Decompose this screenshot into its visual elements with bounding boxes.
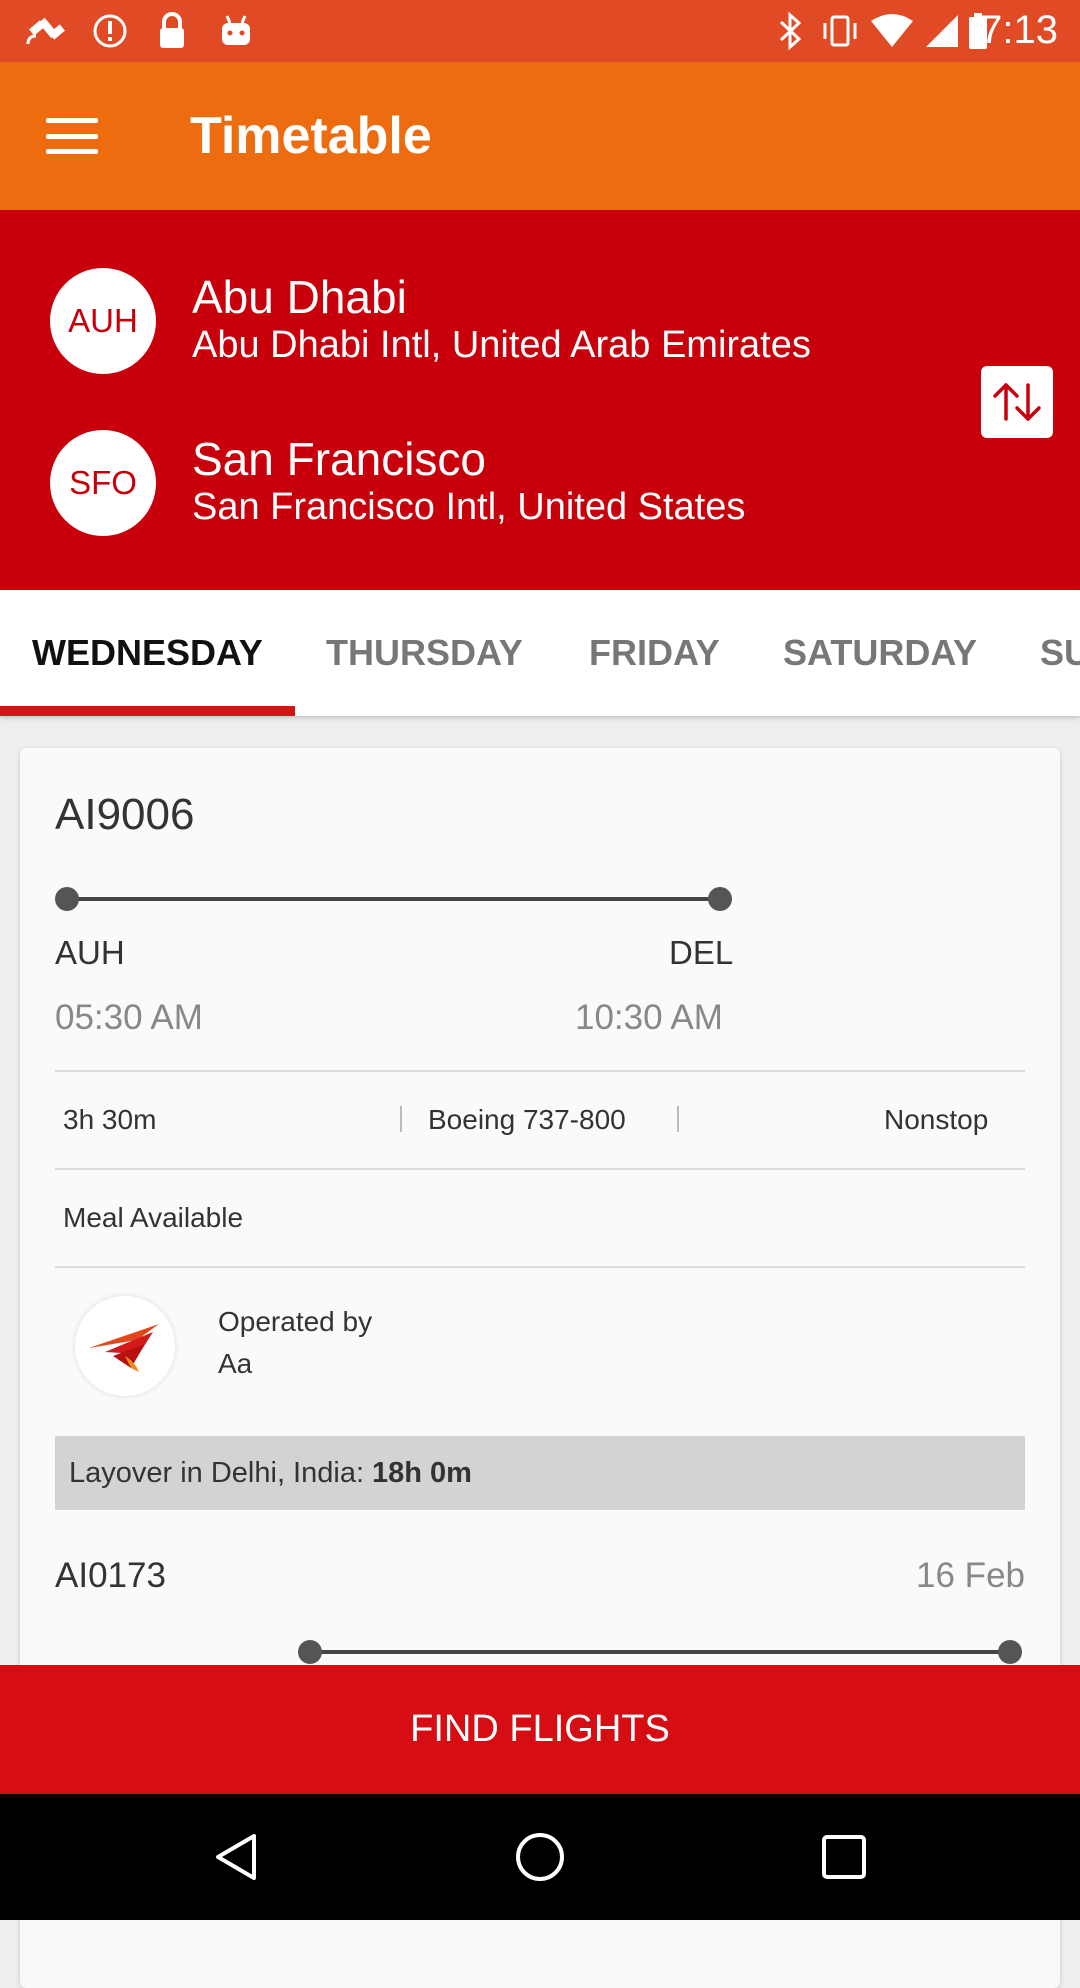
air-india-logo-icon <box>89 1324 159 1372</box>
vibrate-icon <box>818 10 862 52</box>
destination-airport[interactable]: San Francisco Intl, United States <box>192 486 745 529</box>
swap-route-button[interactable] <box>981 366 1053 438</box>
divider <box>55 1266 1025 1268</box>
status-time: 7:13 <box>980 8 1058 52</box>
android-icon <box>212 10 260 52</box>
tab-thursday[interactable]: THURSDAY <box>326 590 523 716</box>
flight-number: AI9006 <box>55 790 195 839</box>
bluetooth-icon <box>770 10 810 52</box>
tab-saturday[interactable]: SATURDAY <box>783 590 977 716</box>
tab-sunday[interactable]: SUNDAY <box>1040 590 1080 716</box>
satellite-icon <box>22 10 70 52</box>
divider <box>55 1168 1025 1170</box>
departure-time: 05:30 AM <box>55 998 203 1037</box>
origin-airport[interactable]: Abu Dhabi Intl, United Arab Emirates <box>192 324 811 367</box>
flight-date: 16 Feb <box>916 1556 1025 1595</box>
departure-dot <box>298 1640 322 1664</box>
system-nav-bar <box>0 1794 1080 1920</box>
tab-indicator <box>0 706 295 716</box>
origin-city[interactable]: Abu Dhabi <box>192 270 407 324</box>
operated-by-label: Operated by <box>218 1306 373 1337</box>
menu-icon-bar <box>46 149 98 154</box>
find-flights-button[interactable]: FIND FLIGHTS <box>0 1665 1080 1794</box>
tab-friday[interactable]: FRIDAY <box>589 590 720 716</box>
arrival-dot <box>998 1640 1022 1664</box>
flight-duration: 3h 30m <box>63 1104 157 1135</box>
lock-icon <box>150 10 194 52</box>
swap-arrows-icon <box>993 383 1041 421</box>
flight-route-line <box>68 897 720 901</box>
airline-logo <box>75 1296 175 1396</box>
info-separator <box>677 1106 679 1132</box>
arrival-time: 10:30 AM <box>575 998 723 1037</box>
menu-button[interactable] <box>40 110 104 162</box>
alert-icon <box>88 10 132 52</box>
destination-city[interactable]: San Francisco <box>192 432 486 486</box>
tab-wednesday[interactable]: WEDNESDAY <box>32 590 263 716</box>
app-bar: Timetable <box>0 62 1080 210</box>
day-tabs: WEDNESDAY THURSDAY FRIDAY SATURDAY SUNDA… <box>0 590 1080 716</box>
flight-number: AI0173 <box>55 1556 166 1595</box>
menu-icon-bar <box>46 118 98 123</box>
layover-label: Layover in Delhi, India: <box>69 1456 364 1489</box>
wifi-icon <box>868 10 916 52</box>
info-separator <box>400 1106 402 1132</box>
operator-name: Aa <box>218 1348 253 1379</box>
back-icon[interactable] <box>206 1827 266 1887</box>
layover-info: Layover in Delhi, India: 18h 0m <box>55 1436 1025 1510</box>
divider <box>55 1070 1025 1072</box>
flight-route-line <box>310 1650 1010 1654</box>
route-panel: AUH Abu Dhabi Abu Dhabi Intl, United Ara… <box>0 210 1080 590</box>
destination-code-badge[interactable]: SFO <box>50 430 156 536</box>
departure-airport-code: AUH <box>55 934 125 971</box>
stops-info: Nonstop <box>884 1104 989 1135</box>
arrival-dot <box>708 887 732 911</box>
layover-duration: 18h 0m <box>372 1456 472 1489</box>
aircraft-type: Boeing 737-800 <box>428 1104 626 1135</box>
recents-icon[interactable] <box>814 1827 874 1887</box>
meal-info: Meal Available <box>63 1202 244 1233</box>
departure-dot <box>55 887 79 911</box>
home-icon[interactable] <box>510 1827 570 1887</box>
page-title: Timetable <box>190 107 432 165</box>
arrival-airport-code: DEL <box>669 934 734 971</box>
status-bar: 7:13 <box>0 0 1080 62</box>
signal-icon <box>922 10 962 52</box>
origin-code-badge[interactable]: AUH <box>50 268 156 374</box>
menu-icon-bar <box>46 133 98 139</box>
